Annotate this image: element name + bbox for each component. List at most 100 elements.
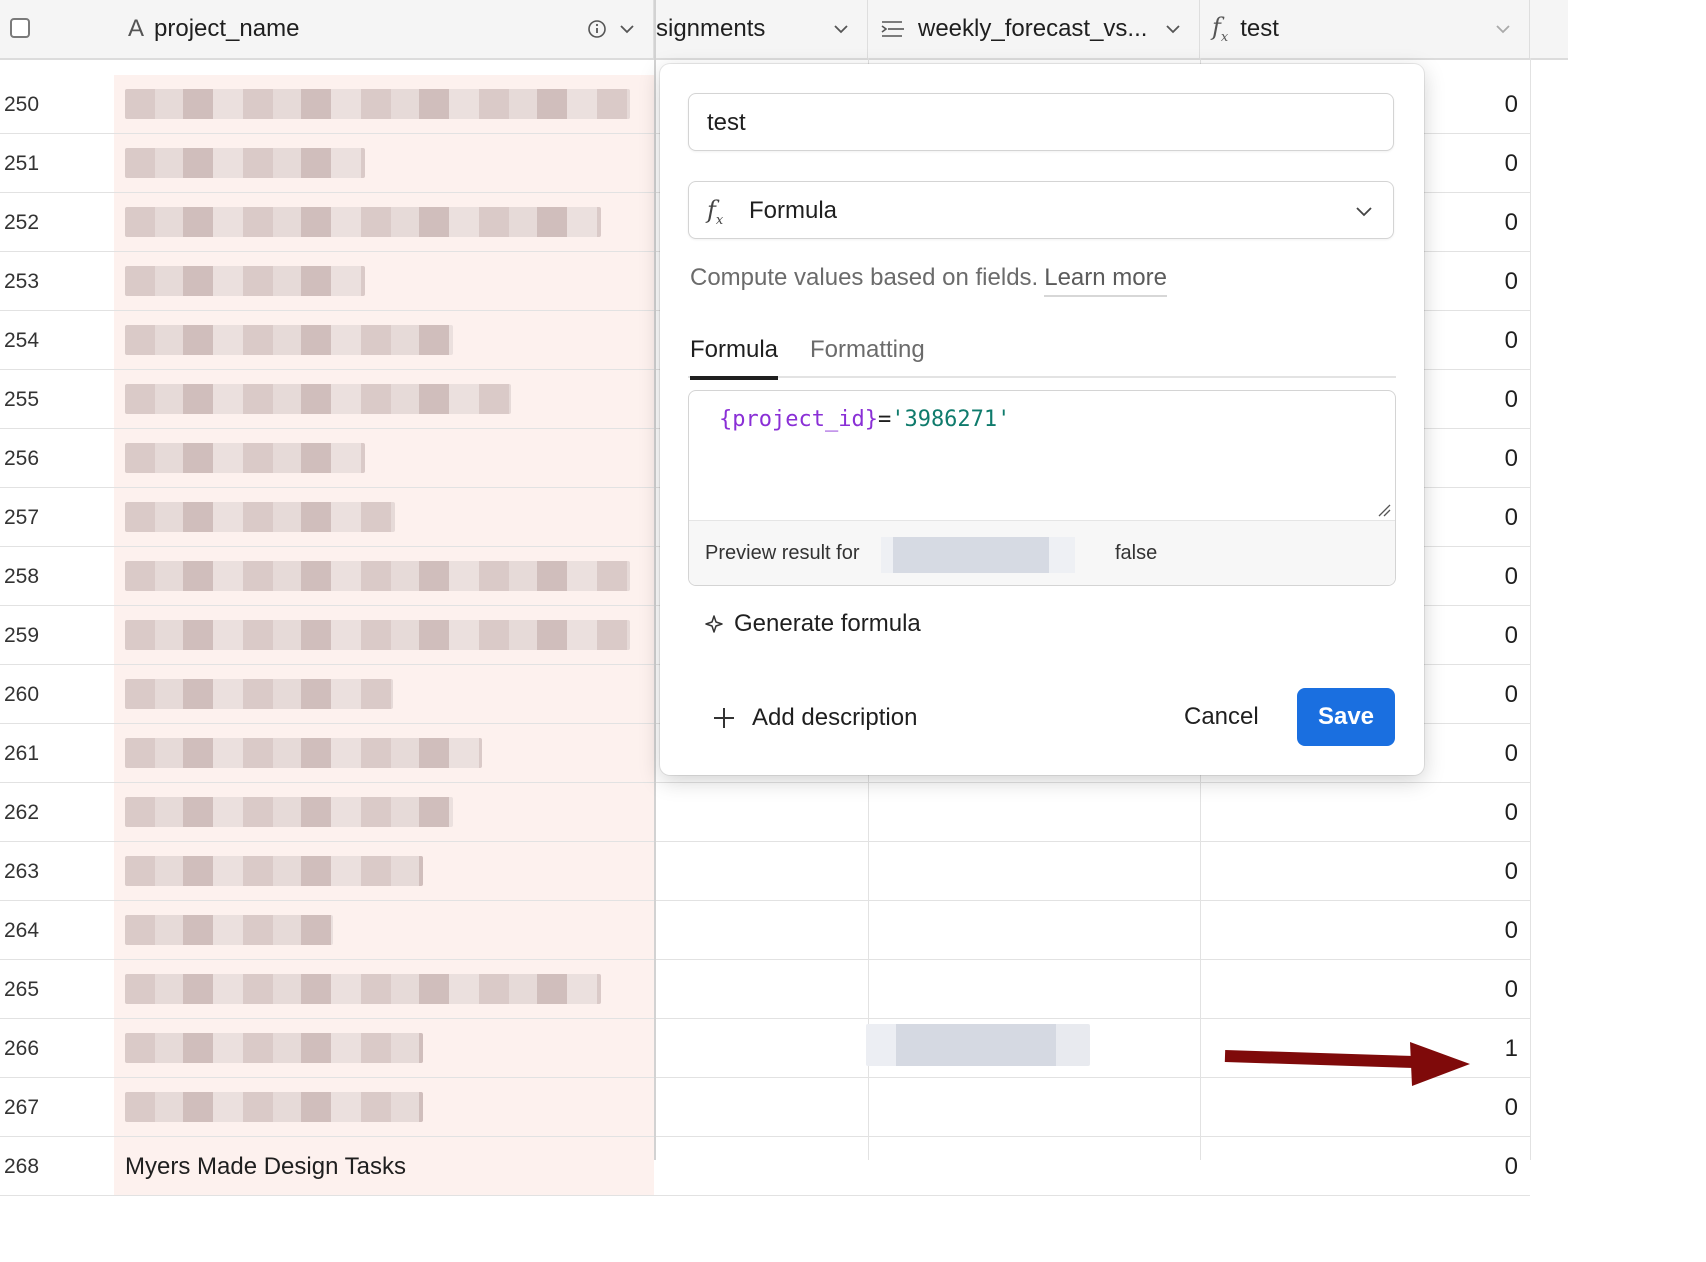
test-value-cell[interactable]: 0 [1200,901,1530,960]
table-row[interactable]: 264 0 [0,901,1530,960]
redacted-project-name [125,738,482,768]
formula-field-token: {project_id} [719,407,878,432]
generate-formula-button[interactable]: Generate formula [704,610,921,638]
redacted-project-name [125,89,630,119]
field-config-popover: test fx Formula Compute values based on … [660,64,1424,775]
project-name-cell[interactable] [114,547,654,605]
project-name-cell[interactable] [114,724,654,782]
field-type-label: Formula [749,197,838,224]
test-value-cell[interactable]: 0 [1200,842,1530,901]
test-value-cell[interactable]: 0 [1200,783,1530,842]
redacted-project-name [125,974,601,1004]
tab-formula[interactable]: Formula [690,330,779,380]
row-number: 254 [4,329,40,352]
project-name-cell[interactable] [114,842,654,900]
redacted-project-name [125,207,601,237]
redacted-project-name [125,620,630,650]
row-number: 266 [4,1037,40,1060]
text-field-icon: A [128,15,145,42]
learn-more-link[interactable]: Learn more [1044,264,1167,297]
column-header-weekly-forecast[interactable]: weekly_forecast_vs... [868,0,1200,58]
row-number: 267 [4,1096,40,1119]
formula-preview: Preview result for false [689,520,1395,585]
project-name-cell[interactable] [114,193,654,251]
project-name-cell[interactable] [114,606,654,664]
project-name-cell[interactable] [114,252,654,310]
row-number: 259 [4,624,40,647]
select-all-checkbox[interactable] [10,18,30,38]
project-name-cell[interactable] [114,429,654,487]
row-number: 264 [4,919,40,942]
row-number: 250 [4,93,40,116]
row-number: 251 [4,152,40,175]
formula-icon: fx [707,196,724,228]
redacted-project-name [125,1092,423,1122]
project-name-cell[interactable] [114,1078,654,1136]
generate-formula-label: Generate formula [734,610,921,637]
row-number: 265 [4,978,40,1001]
tab-formatting[interactable]: Formatting [810,330,925,376]
chevron-down-icon[interactable] [831,19,851,39]
column-header-project-name[interactable]: A project_name [114,0,654,58]
chevron-down-icon[interactable] [617,19,637,39]
row-number: 255 [4,388,40,411]
project-name-cell[interactable] [114,311,654,369]
project-name-cell[interactable] [114,783,654,841]
project-name-cell[interactable] [114,134,654,192]
project-name-cell[interactable] [114,901,654,959]
description-text: Compute values based on fields. [690,264,1039,291]
redacted-project-name [125,443,365,473]
project-name-cell[interactable] [114,75,654,133]
frozen-column-divider [654,0,656,1160]
chevron-down-icon[interactable] [1163,19,1183,39]
row-number: 252 [4,211,40,234]
row-number: 260 [4,683,40,706]
redacted-project-name [125,679,393,709]
sparkle-icon [705,615,723,633]
project-name-cell[interactable] [114,488,654,546]
table-row[interactable]: 265 0 [0,960,1530,1019]
redacted-record [881,537,1075,573]
rollup-icon [881,21,904,37]
chevron-down-icon[interactable] [1493,19,1513,39]
field-type-select[interactable]: fx Formula [688,181,1394,239]
column-header-label: signments [656,15,766,42]
redacted-project-name [125,915,333,945]
preview-label: Preview result for [705,542,860,564]
add-description-button[interactable]: Add description [712,704,917,732]
row-number: 257 [4,506,40,529]
test-value-cell[interactable]: 0 [1200,960,1530,1019]
cancel-button[interactable]: Cancel [1172,688,1271,746]
project-name-cell[interactable]: Myers Made Design Tasks [114,1137,654,1195]
save-button[interactable]: Save [1297,688,1395,746]
table-row[interactable]: 262 0 [0,783,1530,842]
annotation-arrow [1224,1042,1470,1086]
column-header-assignments[interactable]: signments [656,0,868,58]
redacted-project-name [125,266,365,296]
row-number: 258 [4,565,40,588]
column-header-test[interactable]: fx test [1200,0,1530,58]
redacted-project-name [125,1033,423,1063]
chevron-down-icon [1356,207,1372,217]
column-header-label: weekly_forecast_vs... [918,15,1148,42]
project-name-cell[interactable] [114,370,654,428]
redacted-project-name [125,148,365,178]
redacted-project-name [125,797,453,827]
formula-code[interactable]: {project_id}='3986271' [719,407,1010,432]
redacted-project-name [125,856,423,886]
project-name-cell[interactable] [114,960,654,1018]
info-icon[interactable] [587,19,607,39]
table-row[interactable]: 263 0 [0,842,1530,901]
table-row[interactable]: 268 Myers Made Design Tasks 0 [0,1137,1530,1196]
field-type-description: Compute values based on fields. Learn mor… [690,264,1167,297]
project-name-cell[interactable] [114,665,654,723]
formula-editor[interactable]: {project_id}='3986271' Preview result fo… [688,390,1396,586]
redacted-project-name [125,561,630,591]
redacted-project-name [125,325,453,355]
resize-handle-icon[interactable] [1377,503,1391,517]
field-name-input[interactable]: test [688,93,1394,151]
project-name-cell[interactable] [114,1019,654,1077]
test-value-cell[interactable]: 0 [1200,1137,1530,1196]
add-description-label: Add description [752,704,918,731]
column-header-label: project_name [154,15,300,42]
